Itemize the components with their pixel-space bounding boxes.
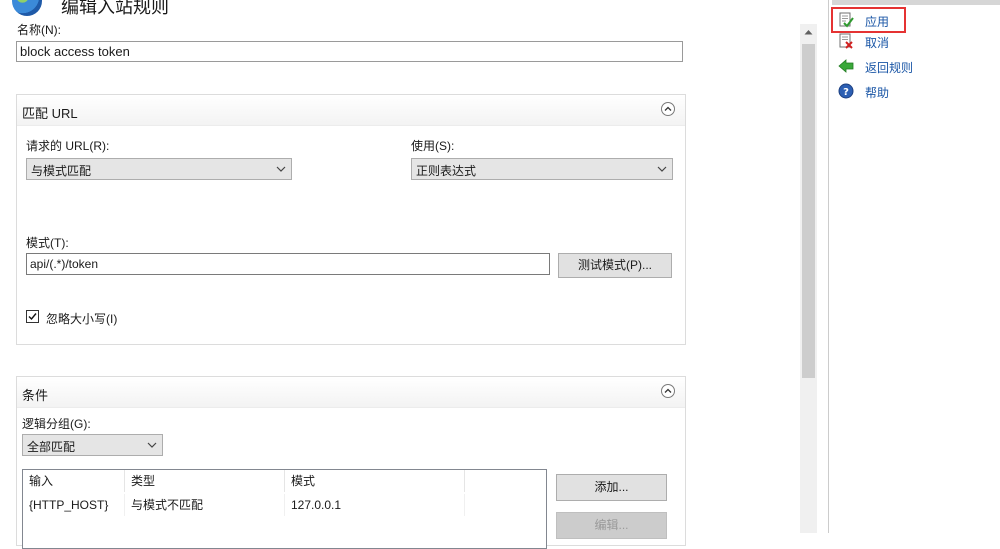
column-header-type[interactable]: 类型 <box>125 470 285 492</box>
conditions-title: 条件 <box>22 388 49 403</box>
collapse-conditions-button[interactable] <box>661 384 675 398</box>
vertical-scrollbar[interactable] <box>800 24 817 533</box>
scroll-up-arrow-icon[interactable] <box>804 29 813 35</box>
logical-grouping-value: 全部匹配 <box>27 440 76 454</box>
chevron-down-icon <box>657 166 667 172</box>
apply-highlight-box <box>831 7 906 33</box>
conditions-header: 条件 <box>17 377 685 408</box>
checkmark-icon <box>28 313 37 321</box>
cell-input: {HTTP_HOST} <box>23 494 125 516</box>
pattern-input[interactable]: api/(.*)/token <box>26 253 550 275</box>
column-header-input[interactable]: 输入 <box>23 470 125 492</box>
name-input[interactable]: block access token <box>16 41 683 62</box>
using-value: 正则表达式 <box>416 164 477 178</box>
conditions-group: 条件 逻辑分组(G): 全部匹配 输入 类型 模式 {HTTP_HOST} 与模… <box>16 376 686 549</box>
using-label: 使用(S): <box>411 139 455 153</box>
match-url-group: 匹配 URL 请求的 URL(R): 与模式匹配 使用(S): 正则表达式 模式… <box>16 94 686 345</box>
add-condition-button[interactable]: 添加... <box>556 474 667 501</box>
pane-divider <box>828 0 829 533</box>
chevron-down-icon <box>147 442 157 448</box>
actions-pane <box>832 0 1000 533</box>
scrollbar-thumb[interactable] <box>802 44 815 378</box>
cell-type: 与模式不匹配 <box>125 494 285 516</box>
logical-grouping-label: 逻辑分组(G): <box>22 417 91 431</box>
using-select[interactable]: 正则表达式 <box>411 158 673 180</box>
edit-condition-button[interactable]: 编辑... <box>556 512 667 539</box>
requested-url-label: 请求的 URL(R): <box>26 139 110 153</box>
cell-pattern: 127.0.0.1 <box>285 494 465 516</box>
cancel-icon <box>839 33 853 49</box>
svg-text:?: ? <box>843 87 849 98</box>
requested-url-select[interactable]: 与模式匹配 <box>26 158 292 180</box>
cancel-label: 取消 <box>865 36 890 50</box>
help-label: 帮助 <box>865 86 890 100</box>
match-url-header: 匹配 URL <box>17 95 685 126</box>
ignore-case-label: 忽略大小写(I) <box>46 312 118 326</box>
back-to-rules-label: 返回规则 <box>865 61 914 75</box>
collapse-match-url-button[interactable] <box>661 102 675 116</box>
actions-topbar <box>832 0 1000 5</box>
requested-url-value: 与模式匹配 <box>31 164 92 178</box>
conditions-table: 输入 类型 模式 {HTTP_HOST} 与模式不匹配 127.0.0.1 <box>22 469 547 549</box>
name-label: 名称(N): <box>17 23 61 37</box>
match-url-title: 匹配 URL <box>22 106 78 121</box>
chevron-down-icon <box>276 166 286 172</box>
pattern-label: 模式(T): <box>26 236 69 250</box>
column-header-spacer <box>465 470 546 492</box>
chevron-up-icon <box>664 388 672 393</box>
column-header-pattern[interactable]: 模式 <box>285 470 465 492</box>
test-pattern-button[interactable]: 测试模式(P)... <box>558 253 672 278</box>
logical-grouping-select[interactable]: 全部匹配 <box>22 434 163 456</box>
back-arrow-icon <box>838 59 854 73</box>
page-title: 编辑入站规则 <box>61 0 169 17</box>
help-icon: ? <box>838 83 854 99</box>
ignore-case-checkbox[interactable] <box>26 310 39 323</box>
chevron-up-icon <box>664 106 672 111</box>
globe-icon <box>12 0 42 16</box>
